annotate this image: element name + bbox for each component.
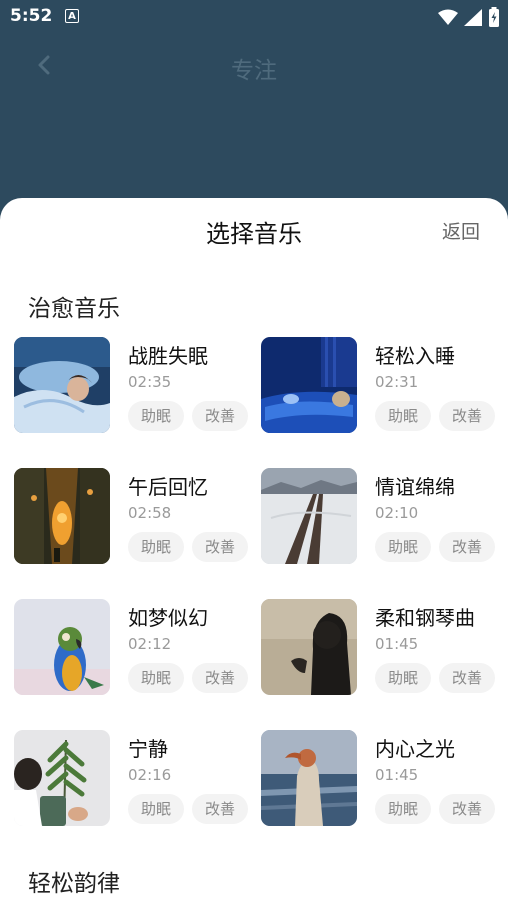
- tag-chip[interactable]: 助眠: [375, 794, 431, 824]
- track-duration: 01:45: [375, 766, 419, 784]
- tag-chip[interactable]: 改善: [439, 532, 495, 562]
- track-duration: 01:45: [375, 635, 419, 653]
- tag-chip[interactable]: 助眠: [375, 532, 431, 562]
- tag-chip[interactable]: 改善: [439, 663, 495, 693]
- music-picker-sheet: 选择音乐 返回 治愈音乐 战胜失眠 02:35 助眠 改善 轻松入睡 02:31…: [0, 198, 508, 904]
- track-name: 柔和钢琴曲: [375, 606, 475, 630]
- tag-chip[interactable]: 助眠: [128, 663, 184, 693]
- page-title: 专注: [231, 58, 277, 84]
- track-thumbnail: [261, 730, 357, 826]
- track-name: 午后回忆: [128, 475, 208, 499]
- tag-chip[interactable]: 改善: [439, 401, 495, 431]
- track-duration: 02:31: [375, 373, 419, 391]
- tag-chip[interactable]: 助眠: [128, 532, 184, 562]
- track-thumbnail: [261, 599, 357, 695]
- track-card[interactable]: 柔和钢琴曲 01:45 助眠 改善: [261, 599, 501, 697]
- track-card[interactable]: 宁静 02:16 助眠 改善: [14, 730, 254, 828]
- track-name: 战胜失眠: [128, 344, 208, 368]
- track-name: 轻松入睡: [375, 344, 455, 368]
- wifi-icon: [438, 9, 458, 25]
- track-duration: 02:12: [128, 635, 172, 653]
- track-name: 如梦似幻: [128, 606, 208, 630]
- section-title: 治愈音乐: [28, 296, 120, 322]
- track-duration: 02:16: [128, 766, 172, 784]
- track-name: 宁静: [128, 737, 168, 761]
- track-card[interactable]: 如梦似幻 02:12 助眠 改善: [14, 599, 254, 697]
- tag-chip[interactable]: 改善: [192, 401, 248, 431]
- track-thumbnail: [14, 468, 110, 564]
- tag-chip[interactable]: 改善: [192, 794, 248, 824]
- track-card[interactable]: 轻松入睡 02:31 助眠 改善: [261, 337, 501, 435]
- track-card[interactable]: 战胜失眠 02:35 助眠 改善: [14, 337, 254, 435]
- tag-chip[interactable]: 助眠: [128, 401, 184, 431]
- track-duration: 02:10: [375, 504, 419, 522]
- battery-icon: [489, 7, 499, 27]
- track-thumbnail: [14, 337, 110, 433]
- track-thumbnail: [261, 337, 357, 433]
- track-duration: 02:58: [128, 504, 172, 522]
- tag-chip[interactable]: 改善: [192, 663, 248, 693]
- tag-chip[interactable]: 助眠: [375, 401, 431, 431]
- track-thumbnail: [14, 730, 110, 826]
- status-icons: [438, 7, 500, 27]
- sheet-title: 选择音乐: [206, 220, 302, 248]
- track-card[interactable]: 内心之光 01:45 助眠 改善: [261, 730, 501, 828]
- status-bar: 5:52 A: [0, 0, 508, 34]
- track-card[interactable]: 午后回忆 02:58 助眠 改善: [14, 468, 254, 566]
- signal-icon: [464, 8, 482, 26]
- status-time: 5:52: [10, 6, 53, 26]
- track-card[interactable]: 情谊绵绵 02:10 助眠 改善: [261, 468, 501, 566]
- section-title: 轻松韵律: [28, 871, 120, 897]
- notification-icon: A: [65, 9, 79, 23]
- track-thumbnail: [261, 468, 357, 564]
- tag-chip[interactable]: 改善: [192, 532, 248, 562]
- track-name: 内心之光: [375, 737, 455, 761]
- tag-chip[interactable]: 助眠: [375, 663, 431, 693]
- tag-chip[interactable]: 助眠: [128, 794, 184, 824]
- return-button[interactable]: 返回: [442, 217, 480, 244]
- track-thumbnail: [14, 599, 110, 695]
- track-name: 情谊绵绵: [375, 475, 455, 499]
- top-bar: 专注: [0, 34, 508, 94]
- track-duration: 02:35: [128, 373, 172, 391]
- tag-chip[interactable]: 改善: [439, 794, 495, 824]
